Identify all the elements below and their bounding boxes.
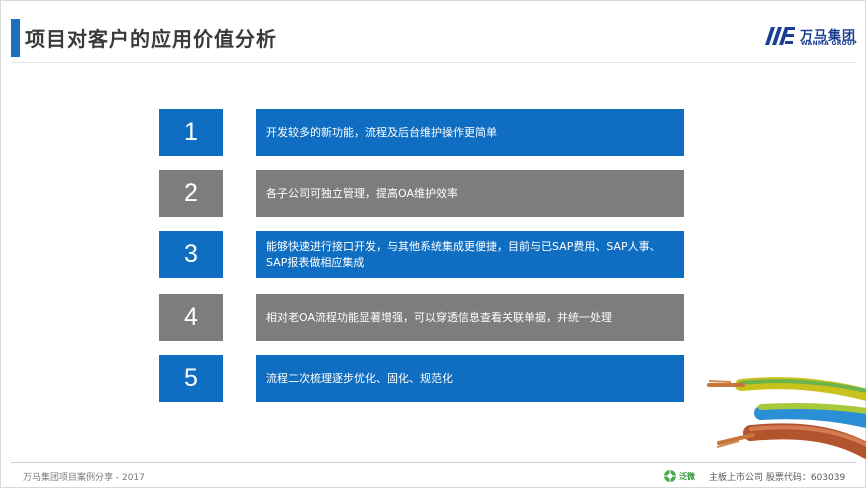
header-divider [11, 62, 856, 63]
slide: 项目对客户的应用价值分析 万马集团 WANMA GROUP 1 开发较多的新功能… [0, 0, 866, 488]
item-number: 1 [159, 109, 223, 156]
wanma-logo: 万马集团 WANMA GROUP [763, 25, 863, 49]
item-text: 各子公司可独立管理，提高OA维护效率 [256, 170, 684, 217]
item-text: 能够快速进行接口开发，与其他系统集成更便捷，目前与已SAP费用、SAP人事、SA… [256, 231, 684, 278]
wanma-logo-icon [765, 27, 795, 45]
footer-divider [11, 462, 856, 463]
item-number: 4 [159, 294, 223, 341]
list-item: 1 开发较多的新功能，流程及后台维护操作更简单 [159, 109, 684, 156]
item-text: 相对老OA流程功能显著增强，可以穿透信息查看关联单据，并统一处理 [256, 294, 684, 341]
page-title: 项目对客户的应用价值分析 [25, 27, 277, 51]
footer-caption: 万马集团项目案例分享 - 2017 [23, 473, 145, 483]
cable-image [707, 377, 866, 459]
item-number: 2 [159, 170, 223, 217]
item-text: 流程二次梳理逐步优化、固化、规范化 [256, 355, 684, 402]
list-item: 5 流程二次梳理逐步优化、固化、规范化 [159, 355, 684, 402]
item-text: 开发较多的新功能，流程及后台维护操作更简单 [256, 109, 684, 156]
list-item: 4 相对老OA流程功能显著增强，可以穿透信息查看关联单据，并统一处理 [159, 294, 684, 341]
title-accent-bar [11, 19, 20, 57]
list-item: 3 能够快速进行接口开发，与其他系统集成更便捷，目前与已SAP费用、SAP人事、… [159, 231, 684, 278]
item-number: 5 [159, 355, 223, 402]
partner-logo-text: 泛微 [679, 472, 695, 481]
list-item: 2 各子公司可独立管理，提高OA维护效率 [159, 170, 684, 217]
logo-english-name: WANMA GROUP [801, 40, 857, 47]
item-number: 3 [159, 231, 223, 278]
footer-stock-info: 主板上市公司 股票代码：603039 [709, 473, 846, 483]
